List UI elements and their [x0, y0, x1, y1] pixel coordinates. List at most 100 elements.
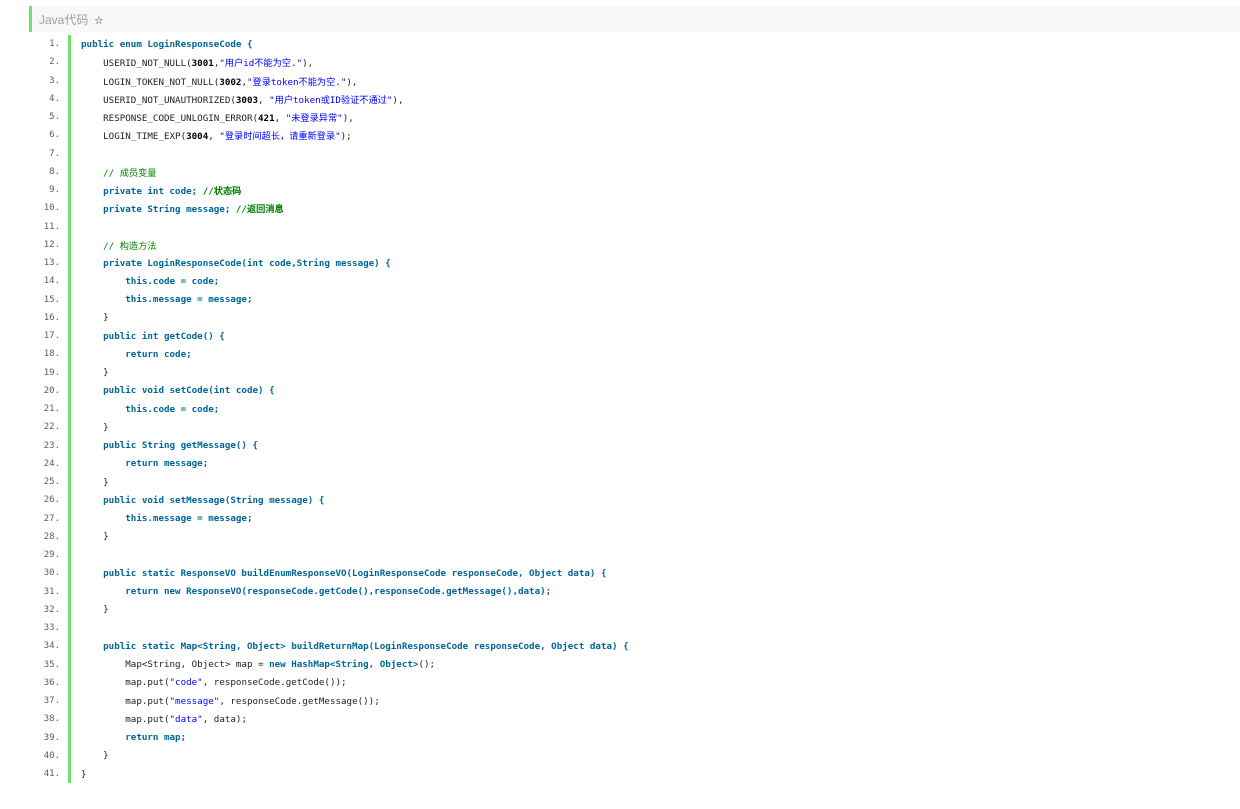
gutter-bar	[68, 655, 71, 674]
gutter-bar	[68, 746, 71, 765]
code-token: // 成员变量	[81, 167, 157, 179]
code-text: public String getMessage() {	[81, 440, 258, 451]
line-number: 1.	[49, 39, 60, 50]
code-text: // 成员变量	[81, 165, 156, 179]
code-line: 37. map.put("message", responseCode.getM…	[0, 692, 1240, 711]
code-text: return new ResponseVO(responseCode.getCo…	[81, 586, 551, 597]
code-line: 26. public void setMessage(String messag…	[0, 491, 1240, 510]
code-token: , responseCode.getMessage());	[219, 695, 380, 707]
gutter-bar	[68, 272, 71, 291]
code-token: "data"	[169, 713, 203, 725]
code-text: // 构造方法	[81, 238, 156, 252]
code-line: 38. map.put("data", data);	[0, 710, 1240, 729]
line-number: 30.	[43, 568, 60, 579]
code-token: this.code = code;	[81, 275, 220, 287]
gutter-bar	[68, 89, 71, 108]
code-token: }	[81, 604, 109, 616]
gutter-bar	[68, 637, 71, 656]
code-token: 3004	[186, 131, 209, 143]
code-text: map.put("data", data);	[81, 714, 247, 725]
code-text: private LoginResponseCode(int code,Strin…	[81, 258, 391, 269]
gutter-bar	[68, 381, 71, 400]
code-line: 10. private String message; //返回消息	[0, 199, 1240, 218]
code-line: 35. Map<String, Object> map = new HashMa…	[0, 655, 1240, 674]
code-line: 11.	[0, 217, 1240, 236]
line-number: 34.	[43, 641, 60, 652]
code-line: 33.	[0, 619, 1240, 638]
code-line: 2. USERID_NOT_NULL(3001,"用户id不能为空."),	[0, 53, 1240, 72]
code-line: 6. LOGIN_TIME_EXP(3004, "登录时间超长，请重新登录");	[0, 126, 1240, 145]
code-line: 36. map.put("code", responseCode.getCode…	[0, 673, 1240, 692]
code-listing: 1. public enum LoginResponseCode { 2. USER…	[0, 35, 1240, 784]
code-token: "用户token或ID验证不通过"	[269, 94, 393, 106]
line-number: 4.	[49, 93, 60, 104]
gutter-bar	[68, 728, 71, 747]
code-text: return code;	[81, 348, 192, 360]
code-text: public enum LoginResponseCode {	[81, 39, 252, 50]
code-token: private LoginResponseCode(int code,Strin…	[81, 257, 391, 269]
line-number: 9.	[49, 185, 60, 196]
code-text: }	[81, 750, 109, 761]
gutter-bar	[68, 692, 71, 711]
line-number: 2.	[49, 57, 60, 68]
code-token: return new ResponseVO(responseCode.getCo…	[81, 586, 552, 598]
code-token: ,	[208, 131, 220, 143]
gutter-bar	[68, 35, 71, 54]
code-token: ),	[392, 94, 404, 106]
gutter-bar	[68, 673, 71, 692]
code-text: }	[81, 531, 109, 542]
code-line: 21. this.code = code;	[0, 400, 1240, 419]
code-token: USERID_NOT_UNAUTHORIZED(	[81, 94, 236, 106]
code-line: 25. }	[0, 473, 1240, 492]
code-token: }	[81, 367, 109, 379]
code-line: 1. public enum LoginResponseCode {	[0, 35, 1240, 54]
gutter-bar	[68, 473, 71, 492]
code-line: 40. }	[0, 746, 1240, 765]
code-token: "message"	[169, 695, 220, 707]
code-line: 31. return new ResponseVO(responseCode.g…	[0, 582, 1240, 601]
line-number: 31.	[43, 586, 60, 597]
code-token: LOGIN_TIME_EXP(	[81, 131, 187, 143]
code-text: RESPONSE_CODE_UNLOGIN_ERROR(421, "未登录异常"…	[81, 110, 354, 124]
code-token: , responseCode.getCode());	[202, 677, 347, 689]
line-number: 14.	[43, 276, 60, 287]
gutter-bar	[68, 108, 71, 127]
line-number: 17.	[43, 331, 60, 342]
gutter-bar	[68, 162, 71, 181]
line-number: 24.	[43, 458, 60, 469]
code-token: map.put(	[81, 695, 170, 707]
gutter-bar	[68, 418, 71, 437]
code-text: }	[81, 312, 109, 323]
code-token: this.message = message;	[81, 294, 253, 306]
line-number: 16.	[43, 312, 60, 323]
code-token: return code;	[81, 348, 192, 360]
code-line: 28. }	[0, 527, 1240, 546]
code-token: "登录时间超长，请重新登录"	[219, 131, 341, 143]
code-token: map.put(	[81, 677, 170, 689]
gutter-bar	[68, 619, 71, 638]
line-number: 21.	[43, 404, 60, 415]
code-text: public static Map<String, Object> buildR…	[81, 641, 628, 652]
code-token: ,	[258, 94, 270, 106]
code-text: this.message = message;	[81, 513, 252, 524]
gutter-bar	[68, 765, 71, 784]
code-text: LOGIN_TIME_EXP(3004, "登录时间超长，请重新登录");	[81, 128, 352, 142]
code-token: ),	[346, 76, 358, 88]
line-number: 15.	[43, 294, 60, 305]
code-token: ),	[342, 113, 354, 125]
code-token: private int code;	[81, 186, 203, 198]
code-token: public enum LoginResponseCode {	[81, 38, 253, 50]
code-token: private String message;	[81, 204, 236, 216]
line-number: 28.	[43, 531, 60, 542]
code-token: ,	[274, 113, 286, 125]
gutter-bar	[68, 345, 71, 364]
code-token: this.message = message;	[81, 513, 253, 525]
gutter-bar	[68, 290, 71, 309]
code-token: 3002	[219, 76, 242, 88]
star-icon[interactable]: ☆	[94, 11, 103, 27]
code-line: 27. this.message = message;	[0, 509, 1240, 528]
line-number: 38.	[43, 714, 60, 725]
line-number: 22.	[43, 422, 60, 433]
line-number: 10.	[43, 203, 60, 214]
code-token: //状态码	[202, 186, 242, 198]
